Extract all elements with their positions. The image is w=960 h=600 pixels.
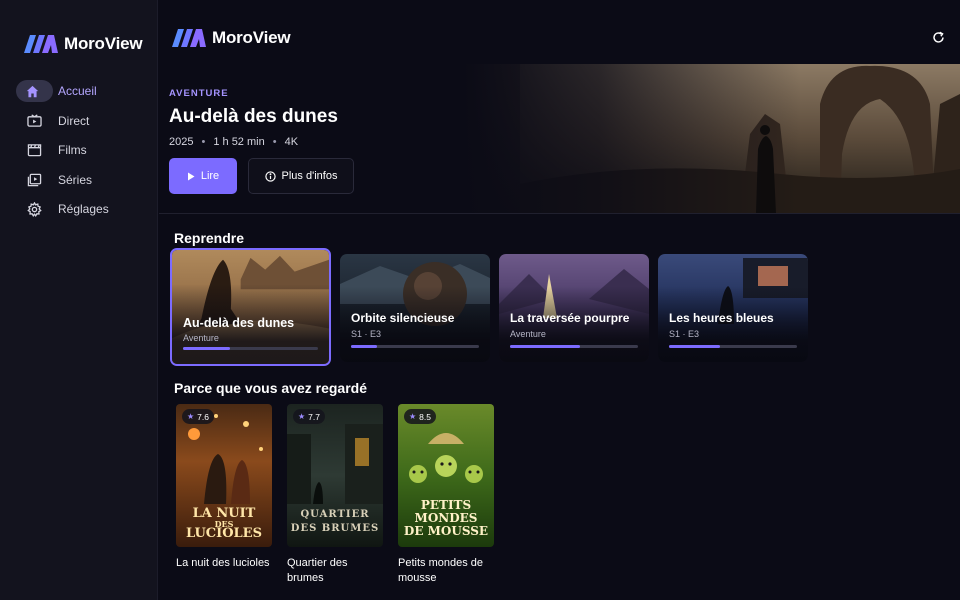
poster-title: Quartier des brumes	[287, 557, 348, 584]
sidebar-item-label: Séries	[58, 172, 93, 187]
hero-meta: 2025 • 1 h 52 min • 4K	[169, 136, 354, 148]
live-tv-icon	[26, 113, 42, 129]
hero-info: AVENTURE Au-delà des dunes 2025 • 1 h 52…	[169, 88, 354, 194]
play-icon	[187, 172, 195, 180]
hero-year: 2025	[169, 136, 194, 148]
sidebar-item-label: Réglages	[58, 202, 109, 216]
more-info-button[interactable]: Plus d'infos	[248, 158, 354, 194]
refresh-icon	[932, 31, 944, 43]
sidebar-item-label: Accueil	[58, 84, 97, 98]
card-subtitle: S1 · E3	[669, 329, 700, 339]
more-info-label: Plus d'infos	[281, 170, 338, 182]
resume-card[interactable]: Orbite silencieuse S1 · E3	[340, 254, 490, 362]
moroview-logo-icon	[172, 29, 206, 47]
hero-genre: AVENTURE	[169, 88, 229, 99]
sidebar-item-reglages[interactable]: Réglages	[16, 198, 144, 220]
gear-icon	[26, 201, 42, 217]
poster-card[interactable]: QUARTIER DES BRUMES ★ 7.7 Quartier des br…	[287, 404, 383, 586]
card-subtitle: Aventure	[183, 333, 219, 343]
sidebar-logo[interactable]: MoroView	[24, 34, 143, 54]
meta-separator: •	[201, 136, 206, 148]
card-title: Les heures bleues	[669, 311, 774, 325]
rating-value: 7.7	[308, 411, 320, 422]
app-name: MoroView	[212, 28, 291, 47]
poster-title-line: LUCIOLES	[186, 526, 262, 541]
hero-actions: Lire Plus d'infos	[169, 158, 354, 194]
resume-card[interactable]: La traversée pourpre Aventure	[499, 254, 649, 362]
moroview-logo-icon	[24, 35, 58, 53]
poster-card[interactable]: LA NUIT DES LUCIOLES ★ 7.6 La nuit des lu…	[176, 404, 272, 586]
progress-fill	[669, 345, 721, 348]
rating-value: 7.6	[197, 411, 209, 422]
play-button[interactable]: Lire	[169, 158, 237, 194]
sidebar-item-direct[interactable]: Direct	[16, 110, 144, 132]
poster-image: PETITS MONDES DE MOUSSE ★ 8.5	[398, 404, 494, 547]
sidebar-item-accueil[interactable]: Accueil	[16, 80, 97, 102]
card-title: Orbite silencieuse	[351, 311, 455, 325]
recommended-section-title: Parce que vous avez regardé	[174, 380, 367, 396]
sidebar-nav: Accueil Direct Films Séries Réglages	[16, 80, 144, 228]
rating-badge: ★ 7.6	[182, 409, 214, 424]
poster-title: Petits mondes de mousse	[398, 557, 483, 584]
progress-fill	[183, 347, 231, 350]
progress-bar	[351, 345, 479, 348]
hero-title: Au-delà des dunes	[169, 106, 338, 127]
rating-badge: ★ 8.5	[404, 409, 436, 424]
info-icon	[264, 170, 276, 182]
recommended-row: LA NUIT DES LUCIOLES ★ 7.6 La nuit des lu…	[176, 404, 494, 586]
card-title: Au-delà des dunes	[183, 316, 295, 330]
sidebar-item-label: Films	[58, 143, 87, 157]
sidebar: MoroView Accueil Direct Films Séries Rég…	[0, 0, 158, 600]
progress-fill	[351, 345, 377, 348]
poster-title-line: DE MOUSSE	[403, 524, 489, 538]
star-icon: ★	[409, 412, 417, 421]
series-icon	[26, 172, 42, 188]
card-subtitle: S1 · E3	[351, 329, 382, 339]
sidebar-item-series[interactable]: Séries	[16, 169, 144, 191]
star-icon: ★	[187, 412, 195, 421]
rating-value: 8.5	[419, 411, 431, 422]
star-icon: ★	[298, 412, 306, 421]
card-subtitle: Aventure	[510, 329, 546, 339]
poster-title-line: QUARTIER	[300, 509, 370, 520]
clapperboard-icon	[26, 142, 42, 158]
sidebar-item-label: Direct	[58, 113, 90, 128]
progress-bar	[510, 345, 638, 348]
poster-title: La nuit des lucioles	[176, 557, 270, 569]
hero-quality: 4K	[284, 136, 299, 148]
resume-row: Au-delà des dunes Aventure Orbite silenc…	[170, 248, 808, 366]
progress-bar	[669, 345, 797, 348]
poster-image: QUARTIER DES BRUMES ★ 7.7	[287, 404, 383, 547]
poster-image: LA NUIT DES LUCIOLES ★ 7.6	[176, 404, 272, 547]
hero-banner: AVENTURE Au-delà des dunes 2025 • 1 h 52…	[159, 64, 960, 214]
refresh-button[interactable]	[930, 29, 946, 45]
home-icon	[26, 83, 39, 99]
poster-card[interactable]: PETITS MONDES DE MOUSSE ★ 8.5 Petits mond…	[398, 404, 494, 586]
hero-duration: 1 h 52 min	[213, 136, 265, 148]
app-name: MoroView	[64, 34, 143, 53]
progress-fill	[510, 345, 581, 348]
progress-bar	[183, 347, 318, 350]
card-title: La traversée pourpre	[510, 311, 630, 325]
sidebar-item-films[interactable]: Films	[16, 139, 144, 161]
resume-card[interactable]: Au-delà des dunes Aventure	[170, 248, 331, 366]
meta-separator: •	[272, 136, 277, 148]
rating-badge: ★ 7.7	[293, 409, 325, 424]
resume-card[interactable]: Les heures bleues S1 · E3	[658, 254, 808, 362]
poster-title-line: DES BRUMES	[290, 523, 380, 534]
header-logo[interactable]: MoroView	[172, 28, 291, 48]
play-label: Lire	[200, 170, 220, 182]
resume-section-title: Reprendre	[174, 230, 245, 246]
